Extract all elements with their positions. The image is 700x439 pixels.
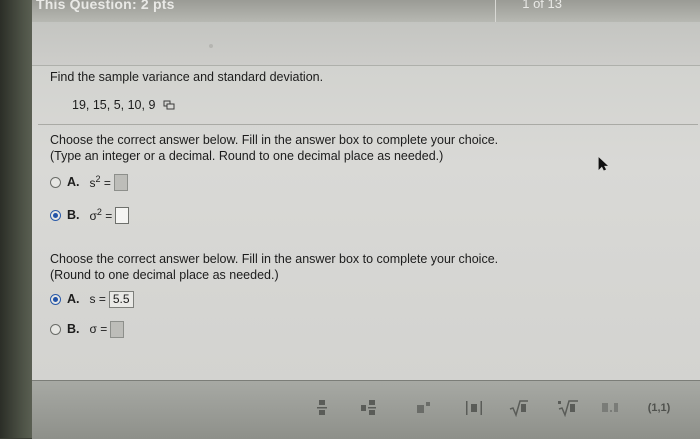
part1-option-a[interactable]: A. s2 = — [50, 173, 128, 191]
question-prompt: Find the sample variance and standard de… — [50, 70, 324, 84]
math-palette-toolbar: (1,1) — [32, 380, 700, 439]
part1-option-b-answer-box[interactable] — [115, 206, 130, 224]
equals-sign: = — [98, 292, 106, 306]
superscript: 2 — [95, 174, 101, 184]
part2-option-b-label: B. — [67, 322, 80, 336]
part2-option-a[interactable]: A. s = 5.5 — [50, 290, 134, 308]
part2-option-a-radio[interactable] — [50, 293, 61, 305]
question-count: 1 of 13 — [522, 0, 562, 11]
copy-data-icon[interactable] — [163, 99, 175, 113]
part2-rounding-note: (Round to one decimal place as needed.) — [50, 268, 279, 282]
square-root-icon[interactable] — [508, 398, 530, 418]
part2-option-a-answer-box[interactable]: 5.5 — [108, 290, 134, 308]
device-bezel — [0, 0, 32, 438]
part1-option-a-symbol: s2 = — [90, 174, 111, 190]
part1-option-b-radio[interactable] — [50, 209, 61, 221]
part2-option-a-label: A. — [67, 292, 80, 306]
section-divider — [38, 124, 698, 125]
mixed-number-icon[interactable] — [359, 398, 379, 418]
superscript: 2 — [96, 207, 102, 217]
question-header: This Question: 2 pts 1 of 13 — [32, 0, 700, 22]
nth-root-icon[interactable] — [556, 398, 580, 418]
question-points-title: This Question: 2 pts — [36, 0, 175, 12]
absolute-value-icon[interactable] — [464, 398, 484, 418]
part1-option-b-label: B. — [67, 208, 80, 222]
part2-option-b[interactable]: B. σ = — [50, 320, 125, 338]
question-panel: Find the sample variance and standard de… — [32, 22, 700, 380]
part2-instruction: Choose the correct answer below. Fill in… — [50, 252, 499, 266]
equals-sign: = — [100, 322, 108, 336]
part1-option-a-radio[interactable] — [50, 176, 61, 188]
panel-top-band — [32, 22, 700, 66]
symbol-s: s — [89, 292, 96, 306]
ordered-pair-label: (1,1) — [647, 402, 671, 414]
header-divider — [495, 0, 496, 22]
equals-sign: = — [105, 209, 113, 223]
part2-option-b-radio[interactable] — [50, 323, 61, 335]
exponent-icon[interactable] — [416, 398, 432, 418]
part1-option-b[interactable]: B. σ2 = — [50, 206, 130, 224]
mouse-pointer-icon — [598, 157, 609, 176]
part1-instruction: Choose the correct answer below. Fill in… — [50, 133, 499, 147]
data-values: 19, 15, 5, 10, 9 — [72, 98, 156, 112]
drag-dot — [209, 44, 213, 48]
ordered-pair-icon[interactable]: (1,1) — [644, 398, 674, 418]
fraction-icon[interactable] — [314, 398, 330, 418]
part1-option-b-symbol: σ2 = — [90, 207, 113, 223]
decimal-icon[interactable] — [600, 398, 620, 418]
part2-option-b-symbol: σ = — [90, 322, 108, 336]
data-values-line: 19, 15, 5, 10, 9 — [72, 98, 175, 113]
part2-option-b-answer-box[interactable] — [110, 320, 125, 338]
equals-sign: = — [103, 176, 111, 190]
part1-option-a-answer-box[interactable] — [113, 173, 128, 191]
part2-option-a-symbol: s = — [90, 292, 106, 306]
symbol-sigma: σ — [89, 322, 97, 336]
part1-rounding-note: (Type an integer or a decimal. Round to … — [50, 149, 444, 163]
part1-option-a-label: A. — [67, 175, 80, 189]
symbol-sigma: σ — [89, 209, 97, 223]
